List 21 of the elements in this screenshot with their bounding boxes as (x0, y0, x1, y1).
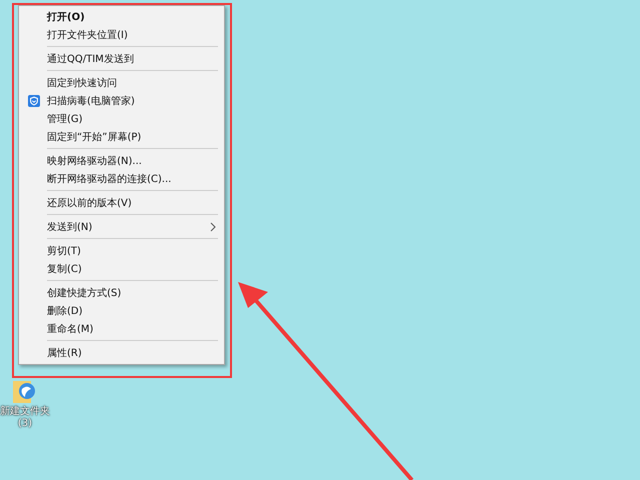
shield-icon (28, 95, 40, 107)
folder-label: 新建文件夹 (3) (0, 406, 50, 430)
chevron-right-icon (210, 222, 216, 232)
menu-item[interactable]: 还原以前的版本(V) (21, 194, 222, 212)
menu-item[interactable]: 发送到(N) (21, 218, 222, 236)
menu-item[interactable]: 打开文件夹位置(I) (21, 26, 222, 44)
menu-item[interactable]: 映射网络驱动器(N)... (21, 152, 222, 170)
menu-item[interactable]: 删除(D) (21, 302, 222, 320)
menu-item[interactable]: 扫描病毒(电脑管家) (21, 92, 222, 110)
menu-item[interactable]: 创建快捷方式(S) (21, 284, 222, 302)
menu-item[interactable]: 断开网络驱动器的连接(C)... (21, 170, 222, 188)
menu-item[interactable]: 打开(O) (21, 8, 222, 26)
menu-item[interactable]: 通过QQ/TIM发送到 (21, 50, 222, 68)
menu-item[interactable]: 属性(R) (21, 344, 222, 362)
menu-item[interactable]: 重命名(M) (21, 320, 222, 338)
menu-item[interactable]: 剪切(T) (21, 242, 222, 260)
menu-item[interactable]: 复制(C) (21, 260, 222, 278)
menu-item[interactable]: 固定到快速访问 (21, 74, 222, 92)
menu-item[interactable]: 管理(G) (21, 110, 222, 128)
menu-item[interactable]: 固定到“开始”屏幕(P) (21, 128, 222, 146)
folder-icon[interactable] (12, 378, 38, 406)
